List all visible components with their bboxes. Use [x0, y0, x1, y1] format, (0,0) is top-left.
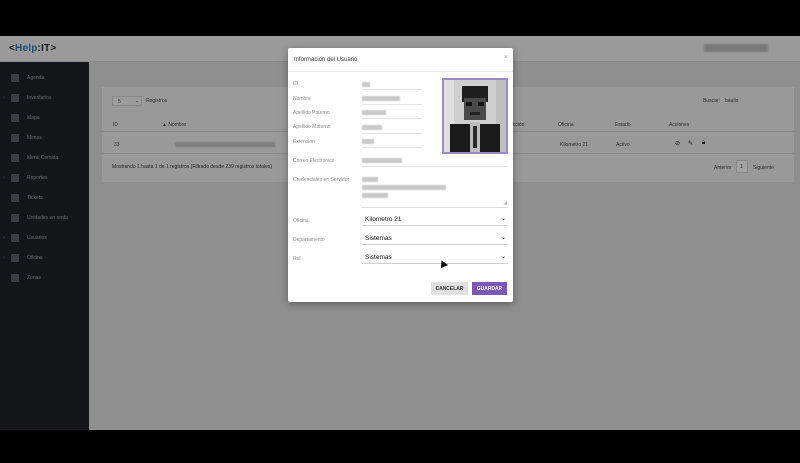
sidebar-item-unidades[interactable]: Unidades en renta [0, 212, 89, 226]
chevron-down-icon: ⌄ [135, 98, 140, 104]
col-oficina[interactable]: Oficina [558, 122, 574, 128]
sidebar-item-mapa[interactable]: Mapa [0, 112, 89, 126]
label-apellido-paterno: Apellido Paterno [293, 110, 330, 116]
label-nombre: Nombre [293, 96, 311, 102]
field-correo-value [362, 158, 402, 163]
user-photo[interactable] [442, 78, 508, 154]
label-departamento: Departamento [293, 237, 325, 243]
sidebar-item-tickets[interactable]: Tickets [0, 192, 89, 206]
user-icon [11, 234, 19, 242]
sidebar-item-oficina[interactable]: › Oficina [0, 252, 89, 266]
field-id-underline[interactable] [362, 89, 422, 90]
chart-icon [11, 174, 19, 182]
sidebar-item-reportes[interactable]: › Reportes [0, 172, 89, 186]
pagination-prev[interactable]: Anterior [714, 165, 732, 171]
disable-icon[interactable]: ⊘ [675, 140, 680, 147]
chevron-down-icon: ⌄ [500, 254, 506, 260]
sidebar-item-inventarios[interactable]: › Inventarios [0, 92, 89, 106]
edit-icon[interactable]: ✎ [688, 140, 693, 147]
row-name-redacted [175, 142, 275, 147]
sidebar-item-mimos[interactable]: Mimos [0, 132, 89, 146]
search-label: Buscar: [703, 98, 720, 104]
sidebar-item-menu-comida[interactable]: Menú Comida [0, 152, 89, 166]
search-input[interactable]: bautis [722, 95, 774, 106]
modal-header-divider [288, 71, 513, 72]
ticket-icon [11, 194, 19, 202]
col-id[interactable]: ID [113, 122, 118, 128]
close-icon[interactable]: × [504, 54, 508, 61]
field-apellido-materno-value [362, 125, 382, 130]
chevron-down-icon: ⌄ [500, 216, 506, 222]
cancel-button[interactable]: CANCELAR [431, 282, 468, 295]
col-estado[interactable]: Estado [615, 122, 631, 128]
label-credenciales: Credenciales en Servidor [293, 177, 350, 183]
chevron-down-icon: ⌄ [500, 235, 506, 241]
check-square-icon [11, 134, 19, 142]
field-nombre-underline[interactable] [362, 104, 422, 105]
col-acciones: Acciones [669, 122, 690, 128]
lock-icon[interactable]: 🔒︎ [702, 140, 705, 147]
row-oficina: Kilometro 21 [560, 142, 589, 148]
field-apellido-paterno-underline[interactable] [362, 118, 422, 119]
credenciales-textarea[interactable]: ◢ [362, 175, 508, 208]
registros-label: Registros [146, 98, 168, 104]
rol-select[interactable]: Sistemas ⌄ [362, 252, 508, 264]
label-id: ID [293, 81, 298, 87]
resize-handle-icon[interactable]: ◢ [503, 200, 507, 206]
table-info: Mostrando 1 hasta 1 de 1 registros (Filt… [112, 164, 273, 170]
field-apellido-materno-underline[interactable] [362, 133, 422, 134]
sidebar-item-usuarios[interactable]: › Usuarios [0, 232, 89, 246]
chevron-right-icon: › [3, 235, 5, 241]
field-extension-underline[interactable] [362, 147, 422, 148]
oficina-select[interactable]: Kilometro 21 ⌄ [362, 214, 508, 226]
col-nombre[interactable]: ▲ Nombre [162, 122, 186, 128]
calendar-icon [11, 74, 19, 82]
user-info-modal: Informacion del Usuario × ID Nombre Apel… [288, 48, 513, 302]
field-id-value [362, 82, 370, 87]
label-apellido-materno: Apellido Materno [293, 124, 331, 130]
pagination-page-current[interactable]: 1 [736, 160, 748, 173]
modal-title: Informacion del Usuario [294, 57, 358, 63]
truck-icon [11, 214, 19, 222]
screen: <Help:IT> Agenda › Inventarios Mapa Mimos… [0, 0, 800, 463]
chevron-right-icon: › [3, 95, 5, 101]
menu-icon [11, 154, 19, 162]
folder-icon [11, 274, 19, 282]
user-photo-image [444, 80, 506, 152]
label-rol: Rol [293, 256, 301, 262]
page-size-select[interactable]: 5 ⌄ [112, 96, 142, 106]
app-logo[interactable]: <Help:IT> [9, 43, 56, 54]
sidebar-item-agenda[interactable]: Agenda [0, 72, 89, 86]
user-name-redacted[interactable] [704, 44, 768, 52]
sidebar: Agenda › Inventarios Mapa Mimos Menú Comi… [0, 62, 89, 430]
chevron-right-icon: › [3, 175, 5, 181]
sidebar-item-zonas[interactable]: Zonas [0, 272, 89, 286]
wrench-icon [11, 254, 19, 262]
field-correo-underline[interactable] [362, 166, 508, 167]
row-id: 33 [114, 142, 120, 148]
departamento-select[interactable]: Sistemas ⌄ [362, 233, 508, 245]
field-apellido-paterno-value [362, 110, 386, 115]
label-correo: Correo Electronico [293, 158, 335, 164]
field-extension-value [362, 139, 374, 144]
row-estado: Activo [616, 142, 630, 148]
pagination-next[interactable]: Siguiente [753, 165, 774, 171]
field-nombre-value [362, 96, 400, 101]
box-icon [11, 94, 19, 102]
map-pin-icon [11, 114, 19, 122]
label-extension: Extension [293, 139, 315, 145]
chevron-right-icon: › [3, 255, 5, 261]
save-button[interactable]: GUARDAR [472, 282, 507, 295]
label-oficina: Oficina [293, 218, 309, 224]
